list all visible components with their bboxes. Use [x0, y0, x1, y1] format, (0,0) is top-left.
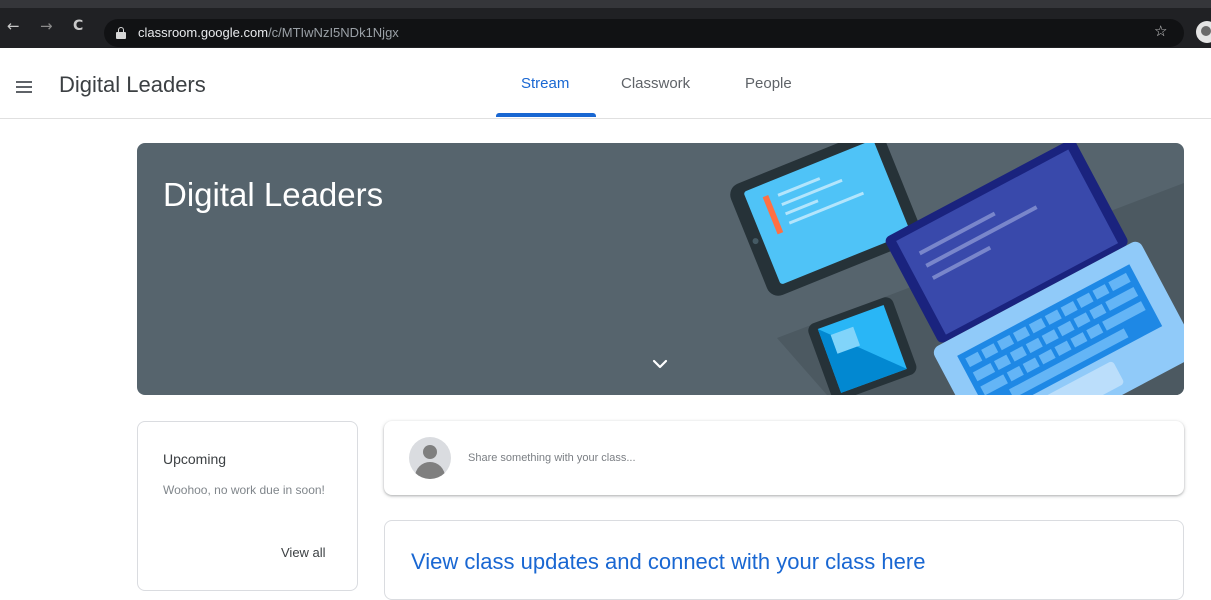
active-tab-indicator: [496, 113, 596, 117]
forward-arrow-icon[interactable]: →: [40, 18, 53, 34]
tab-classwork[interactable]: Classwork: [621, 75, 690, 93]
browser-profile-avatar[interactable]: [1196, 21, 1211, 43]
tab-stream[interactable]: Stream: [521, 75, 569, 93]
class-title[interactable]: Digital Leaders: [59, 72, 206, 98]
banner-title: Digital Leaders: [163, 176, 384, 213]
lock-icon[interactable]: [116, 27, 126, 39]
share-with-class-box[interactable]: Share something with your class...: [384, 421, 1184, 495]
stream-info-card: View class updates and connect with your…: [384, 520, 1184, 600]
reload-icon[interactable]: C: [73, 18, 83, 34]
bookmark-star-icon[interactable]: ☆: [1154, 22, 1167, 40]
url-path: /c/MTIwNzI5NDk1Njgx: [268, 25, 399, 40]
tab-people[interactable]: People: [745, 75, 792, 93]
app-header: Digital Leaders Stream Classwork People: [0, 48, 1211, 119]
url-host: classroom.google.com: [138, 25, 269, 40]
default-avatar-icon: [409, 437, 451, 479]
upcoming-card: Upcoming Woohoo, no work due in soon! Vi…: [137, 421, 358, 591]
browser-tabstrip: [0, 0, 1211, 8]
stream-info-heading: View class updates and connect with your…: [411, 549, 926, 574]
class-banner: Digital Leaders: [137, 143, 1184, 395]
back-arrow-icon[interactable]: ←: [7, 18, 20, 34]
share-placeholder-text[interactable]: Share something with your class...: [468, 451, 636, 465]
upcoming-title: Upcoming: [163, 451, 227, 467]
chevron-down-icon[interactable]: [651, 358, 669, 370]
view-all-link[interactable]: View all: [281, 544, 326, 562]
address-bar-url[interactable]: classroom.google.com/c/MTIwNzI5NDk1Njgx: [138, 24, 399, 42]
upcoming-empty-text: Woohoo, no work due in soon!: [163, 483, 325, 497]
hamburger-menu-icon[interactable]: [16, 81, 34, 93]
